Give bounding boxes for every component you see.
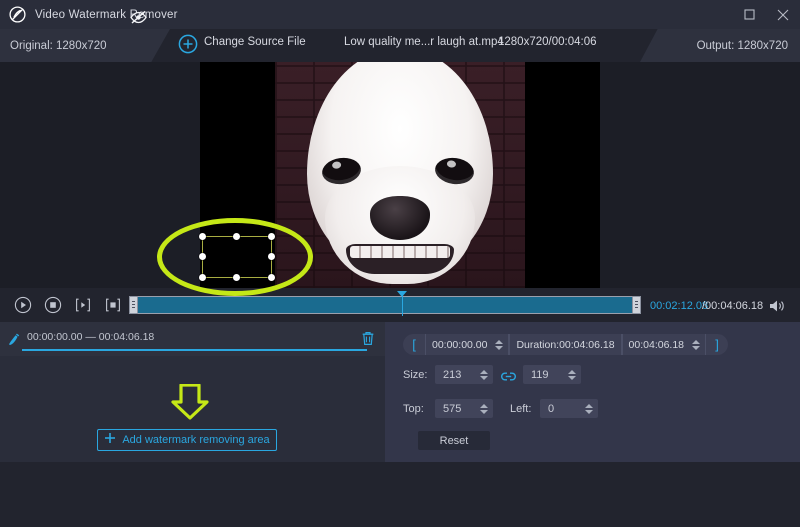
- duration-control-bar: [ 00:00:00.00 Duration:00:04:06.18 00:04…: [403, 334, 728, 355]
- eye-highlight: [447, 160, 457, 168]
- current-time-label: 00:02:12.08: [650, 300, 708, 312]
- video-image: [275, 62, 525, 288]
- dog-teeth: [350, 246, 450, 258]
- stepper-up-icon[interactable]: [480, 370, 488, 374]
- start-time-value: 00:00:00.00: [426, 339, 493, 351]
- bracket-open-label: [: [403, 337, 425, 352]
- grip-lines: [635, 301, 638, 310]
- volume-icon[interactable]: [768, 298, 786, 314]
- resize-handle-e[interactable]: [268, 253, 275, 260]
- top-label: Top:: [403, 403, 424, 415]
- resize-handle-s[interactable]: [233, 274, 240, 281]
- play-circle-icon[interactable]: [10, 292, 36, 318]
- export-settings-bar: Output: Low quality me...mor should.mp4 …: [0, 462, 800, 527]
- bracket-play-icon[interactable]: [70, 292, 96, 318]
- down-arrow-annotation-icon: [168, 384, 212, 420]
- bracket-close-label: ]: [706, 337, 728, 352]
- maximize-button[interactable]: [732, 0, 766, 29]
- video-watermark-remover-window: Video Watermark Remover Original: 1280x7…: [0, 0, 800, 527]
- title-bar: Video Watermark Remover: [0, 0, 800, 29]
- size-width-value: 213: [435, 369, 461, 381]
- bracket-stop-icon[interactable]: [100, 292, 126, 318]
- timeline-trim-track[interactable]: [129, 296, 641, 314]
- pillarbox-right: [525, 62, 600, 288]
- top-stepper[interactable]: [478, 401, 489, 417]
- watermark-logo-icon: [9, 6, 26, 23]
- plus-circle-icon[interactable]: [178, 34, 198, 54]
- size-width-input[interactable]: 213: [435, 365, 493, 384]
- stepper-up-icon[interactable]: [495, 340, 503, 344]
- total-time-label: /00:04:06.18: [702, 300, 763, 312]
- stepper-down-icon[interactable]: [495, 346, 503, 350]
- watermark-properties-panel: [ 00:00:00.00 Duration:00:04:06.18 00:04…: [385, 322, 800, 462]
- left-input[interactable]: 0: [540, 399, 598, 418]
- output-resolution-label: Output: 1280x720: [697, 40, 788, 52]
- size-height-stepper[interactable]: [566, 367, 577, 383]
- trash-icon[interactable]: [360, 330, 376, 347]
- video-preview-stage[interactable]: [0, 62, 800, 288]
- top-input[interactable]: 575: [435, 399, 493, 418]
- resize-handle-ne[interactable]: [268, 233, 275, 240]
- watermark-selection-box[interactable]: [202, 236, 272, 278]
- maximize-icon: [744, 9, 755, 20]
- resize-handle-nw[interactable]: [199, 233, 206, 240]
- eye-highlight: [332, 161, 342, 169]
- output-tab: Output: 1280x720: [640, 29, 800, 62]
- add-watermark-removing-area-label: Add watermark removing area: [122, 434, 269, 446]
- reset-label: Reset: [440, 435, 469, 447]
- stepper-down-icon[interactable]: [568, 376, 576, 380]
- grip-lines: [132, 301, 135, 310]
- stepper-up-icon[interactable]: [568, 370, 576, 374]
- watermark-area-list-item[interactable]: 00:00:00.00 — 00:04:06.18: [0, 322, 385, 356]
- duration-display: Duration:00:04:06.18: [509, 334, 621, 355]
- end-time-stepper[interactable]: [690, 337, 701, 353]
- reset-button[interactable]: Reset: [418, 431, 490, 450]
- trim-handle-end[interactable]: [632, 296, 641, 314]
- end-time-field[interactable]: 00:04:06.18: [622, 334, 706, 355]
- trim-handle-start[interactable]: [129, 296, 138, 314]
- size-label: Size:: [403, 369, 427, 381]
- timeline-playhead[interactable]: [402, 294, 403, 316]
- add-watermark-removing-area-button[interactable]: Add watermark removing area: [97, 429, 277, 451]
- start-time-stepper[interactable]: [493, 337, 504, 353]
- eye-slash-icon[interactable]: [129, 8, 148, 25]
- change-source-file-button[interactable]: Change Source File: [204, 36, 306, 48]
- stepper-down-icon[interactable]: [480, 410, 488, 414]
- resize-handle-n[interactable]: [233, 233, 240, 240]
- app-title: Video Watermark Remover: [35, 9, 178, 21]
- size-width-stepper[interactable]: [478, 367, 489, 383]
- left-value: 0: [540, 403, 554, 415]
- original-resolution-label: Original: 1280x720: [10, 40, 107, 52]
- source-file-resolution-duration: 1280x720/00:04:06: [498, 36, 596, 48]
- left-stepper[interactable]: [583, 401, 594, 417]
- close-button[interactable]: [766, 0, 800, 29]
- close-icon: [777, 9, 789, 21]
- brush-icon: [7, 331, 22, 348]
- watermark-area-time-range: 00:00:00.00 — 00:04:06.18: [27, 331, 154, 343]
- duration-value: Duration:00:04:06.18: [510, 339, 620, 351]
- window-controls: [732, 0, 800, 29]
- left-label: Left:: [510, 403, 531, 415]
- top-value: 575: [435, 403, 461, 415]
- resize-handle-w[interactable]: [199, 253, 206, 260]
- resize-handle-se[interactable]: [268, 274, 275, 281]
- size-height-value: 119: [523, 369, 549, 381]
- end-time-value: 00:04:06.18: [623, 339, 690, 351]
- stepper-up-icon[interactable]: [692, 340, 700, 344]
- dog-mouth: [346, 244, 454, 274]
- resize-handle-sw[interactable]: [199, 274, 206, 281]
- chain-link-icon[interactable]: [501, 369, 516, 380]
- plus-icon: [104, 431, 116, 449]
- stepper-up-icon[interactable]: [480, 404, 488, 408]
- stepper-down-icon[interactable]: [585, 410, 593, 414]
- start-time-field[interactable]: 00:00:00.00: [425, 334, 509, 355]
- stepper-down-icon[interactable]: [692, 346, 700, 350]
- source-file-name: Low quality me...r laugh at.mp4: [344, 36, 504, 48]
- size-height-input[interactable]: 119: [523, 365, 581, 384]
- original-tab: Original: 1280x720: [0, 29, 170, 62]
- stepper-down-icon[interactable]: [480, 376, 488, 380]
- watermark-area-progress-underline: [22, 349, 367, 351]
- stop-circle-icon[interactable]: [40, 292, 66, 318]
- stepper-up-icon[interactable]: [585, 404, 593, 408]
